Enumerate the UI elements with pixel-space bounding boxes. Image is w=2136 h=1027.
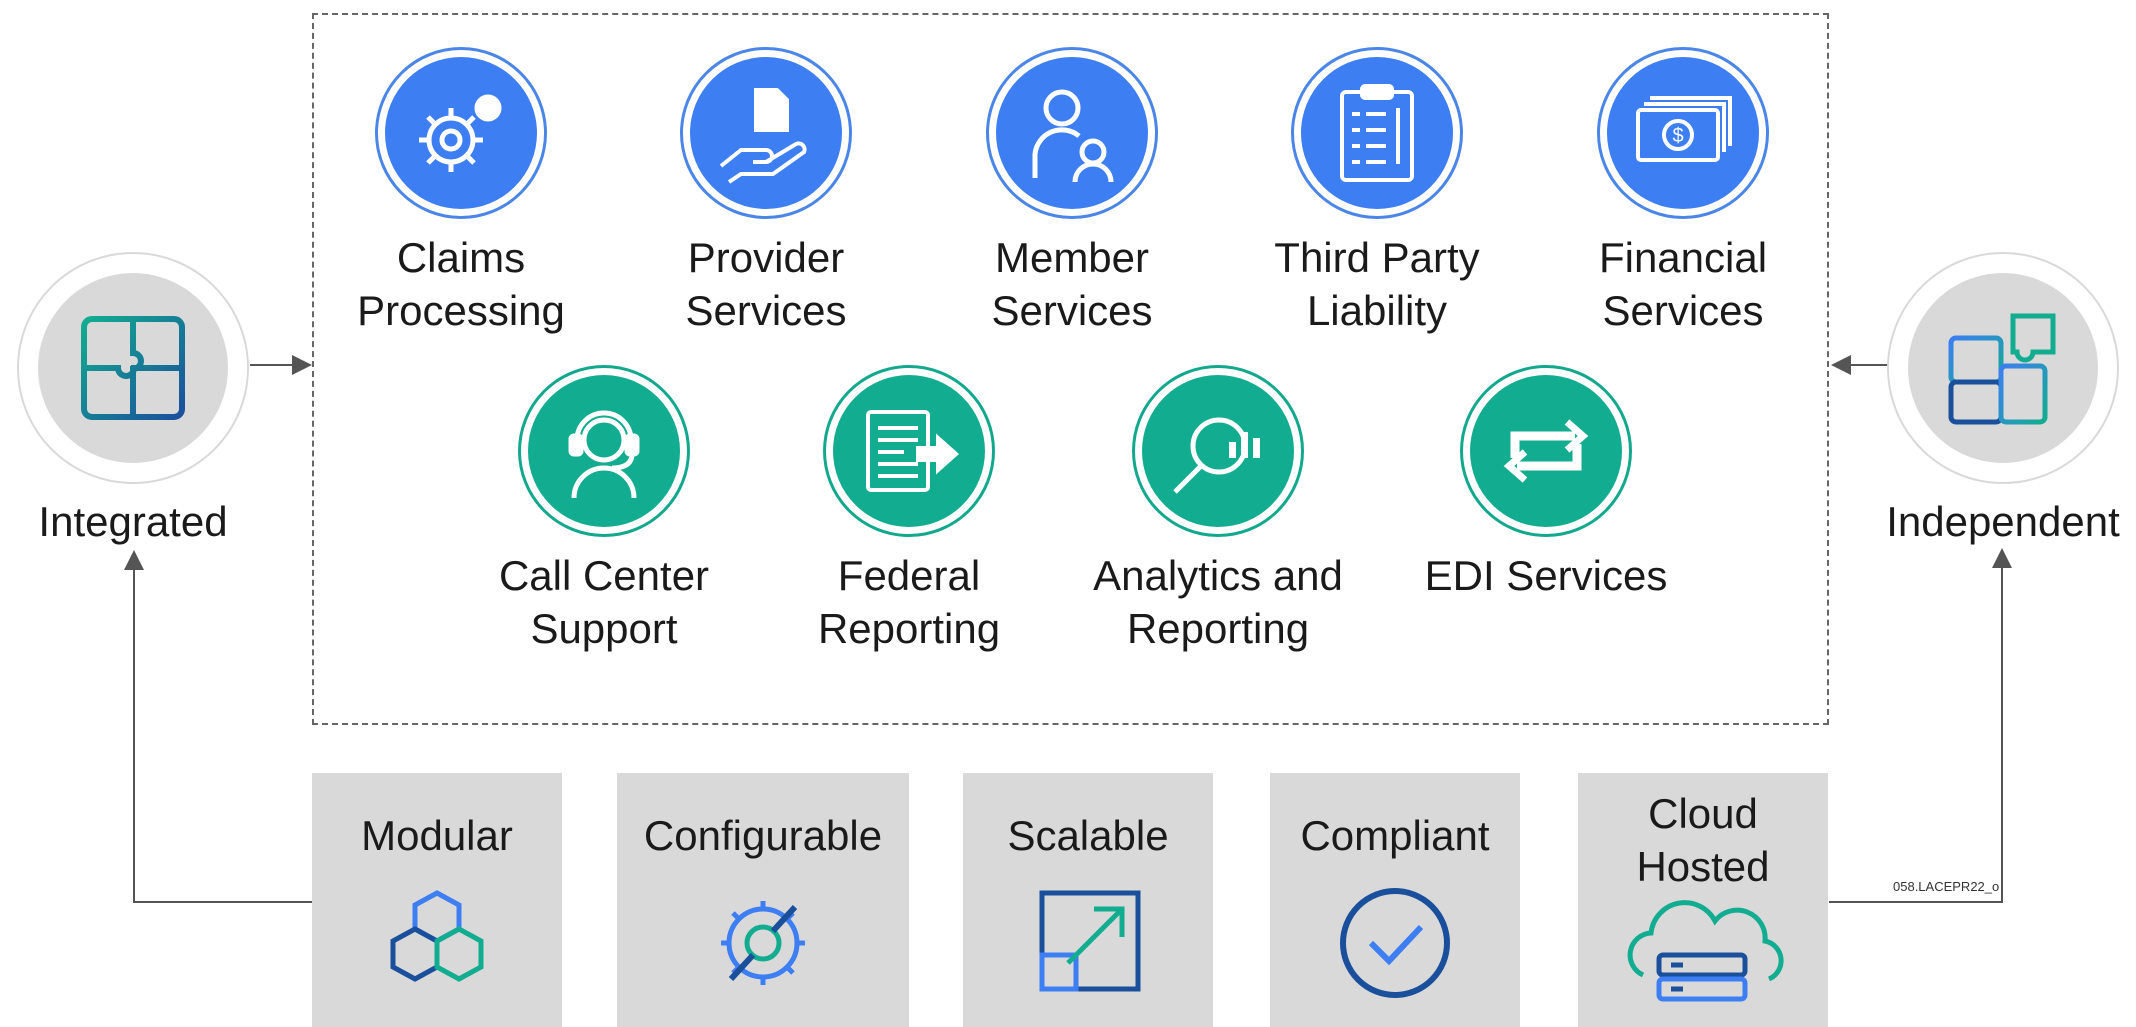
service-third-party-liability: Third Party Liability (1227, 47, 1527, 337)
people-icon (1032, 89, 1114, 183)
service-label: Third Party Liability (1274, 234, 1480, 334)
cloud-server-icon (1627, 900, 1784, 1002)
headset-icon (568, 410, 640, 499)
service-analytics-and-reporting: Analytics and Reporting (1068, 365, 1368, 655)
service-call-center-support: Call Center Support (454, 365, 754, 655)
service-label: Federal Reporting (817, 552, 1001, 652)
hand-document-icon (719, 88, 807, 184)
feature-label: Configurable (643, 812, 883, 859)
puzzle-separated-icon (1948, 313, 2056, 425)
feature-cloud-hosted: Cloud Hosted (1578, 773, 1828, 1027)
service-financial-services: $ Financial Services (1533, 47, 1833, 337)
service-label: Financial Services (1598, 234, 1768, 334)
service-label: EDI Services (1424, 552, 1668, 599)
integrated-node: Integrated (0, 252, 283, 546)
service-label: Analytics and Reporting (1093, 552, 1343, 652)
magnifier-chart-icon (1173, 417, 1260, 494)
feature-label: Compliant (1300, 812, 1490, 859)
footer-code: 058.LACEPR22_o (1893, 879, 2000, 894)
feature-label: Scalable (1007, 812, 1169, 859)
feature-label: Modular (361, 812, 513, 859)
service-claims-processing: Claims Processing (311, 47, 611, 337)
feature-scalable: Scalable (963, 773, 1213, 1027)
service-provider-services: Provider Services (616, 47, 916, 337)
cubes-icon (390, 890, 484, 982)
independent-node: Independent (1853, 252, 2136, 546)
feature-compliant: Compliant (1270, 773, 1520, 1027)
feature-label: Cloud Hosted (1636, 790, 1770, 890)
exchange-arrows-icon (1503, 419, 1589, 483)
integrated-label: Integrated (38, 498, 228, 545)
feature-configurable: Configurable (617, 773, 909, 1027)
service-label: Member Services (991, 234, 1153, 334)
report-export-icon (866, 410, 960, 492)
expand-icon (1039, 890, 1141, 992)
gears-icon (419, 94, 502, 172)
money-icon: $ (1636, 96, 1732, 162)
independent-label: Independent (1886, 498, 2120, 545)
gear-wrench-icon (721, 901, 805, 985)
clipboard-icon (1340, 84, 1414, 182)
service-member-services: Member Services (922, 47, 1222, 337)
service-label: Provider Services (685, 234, 847, 334)
service-federal-reporting: Federal Reporting (759, 365, 1059, 655)
service-label: Call Center Support (498, 552, 710, 652)
service-label: Claims Processing (357, 234, 565, 334)
check-circle-icon (1340, 888, 1450, 998)
svg-text:$: $ (1672, 125, 1683, 147)
puzzle-icon (81, 316, 185, 420)
service-edi-services: EDI Services (1396, 365, 1696, 602)
feature-modular: Modular (312, 773, 562, 1027)
